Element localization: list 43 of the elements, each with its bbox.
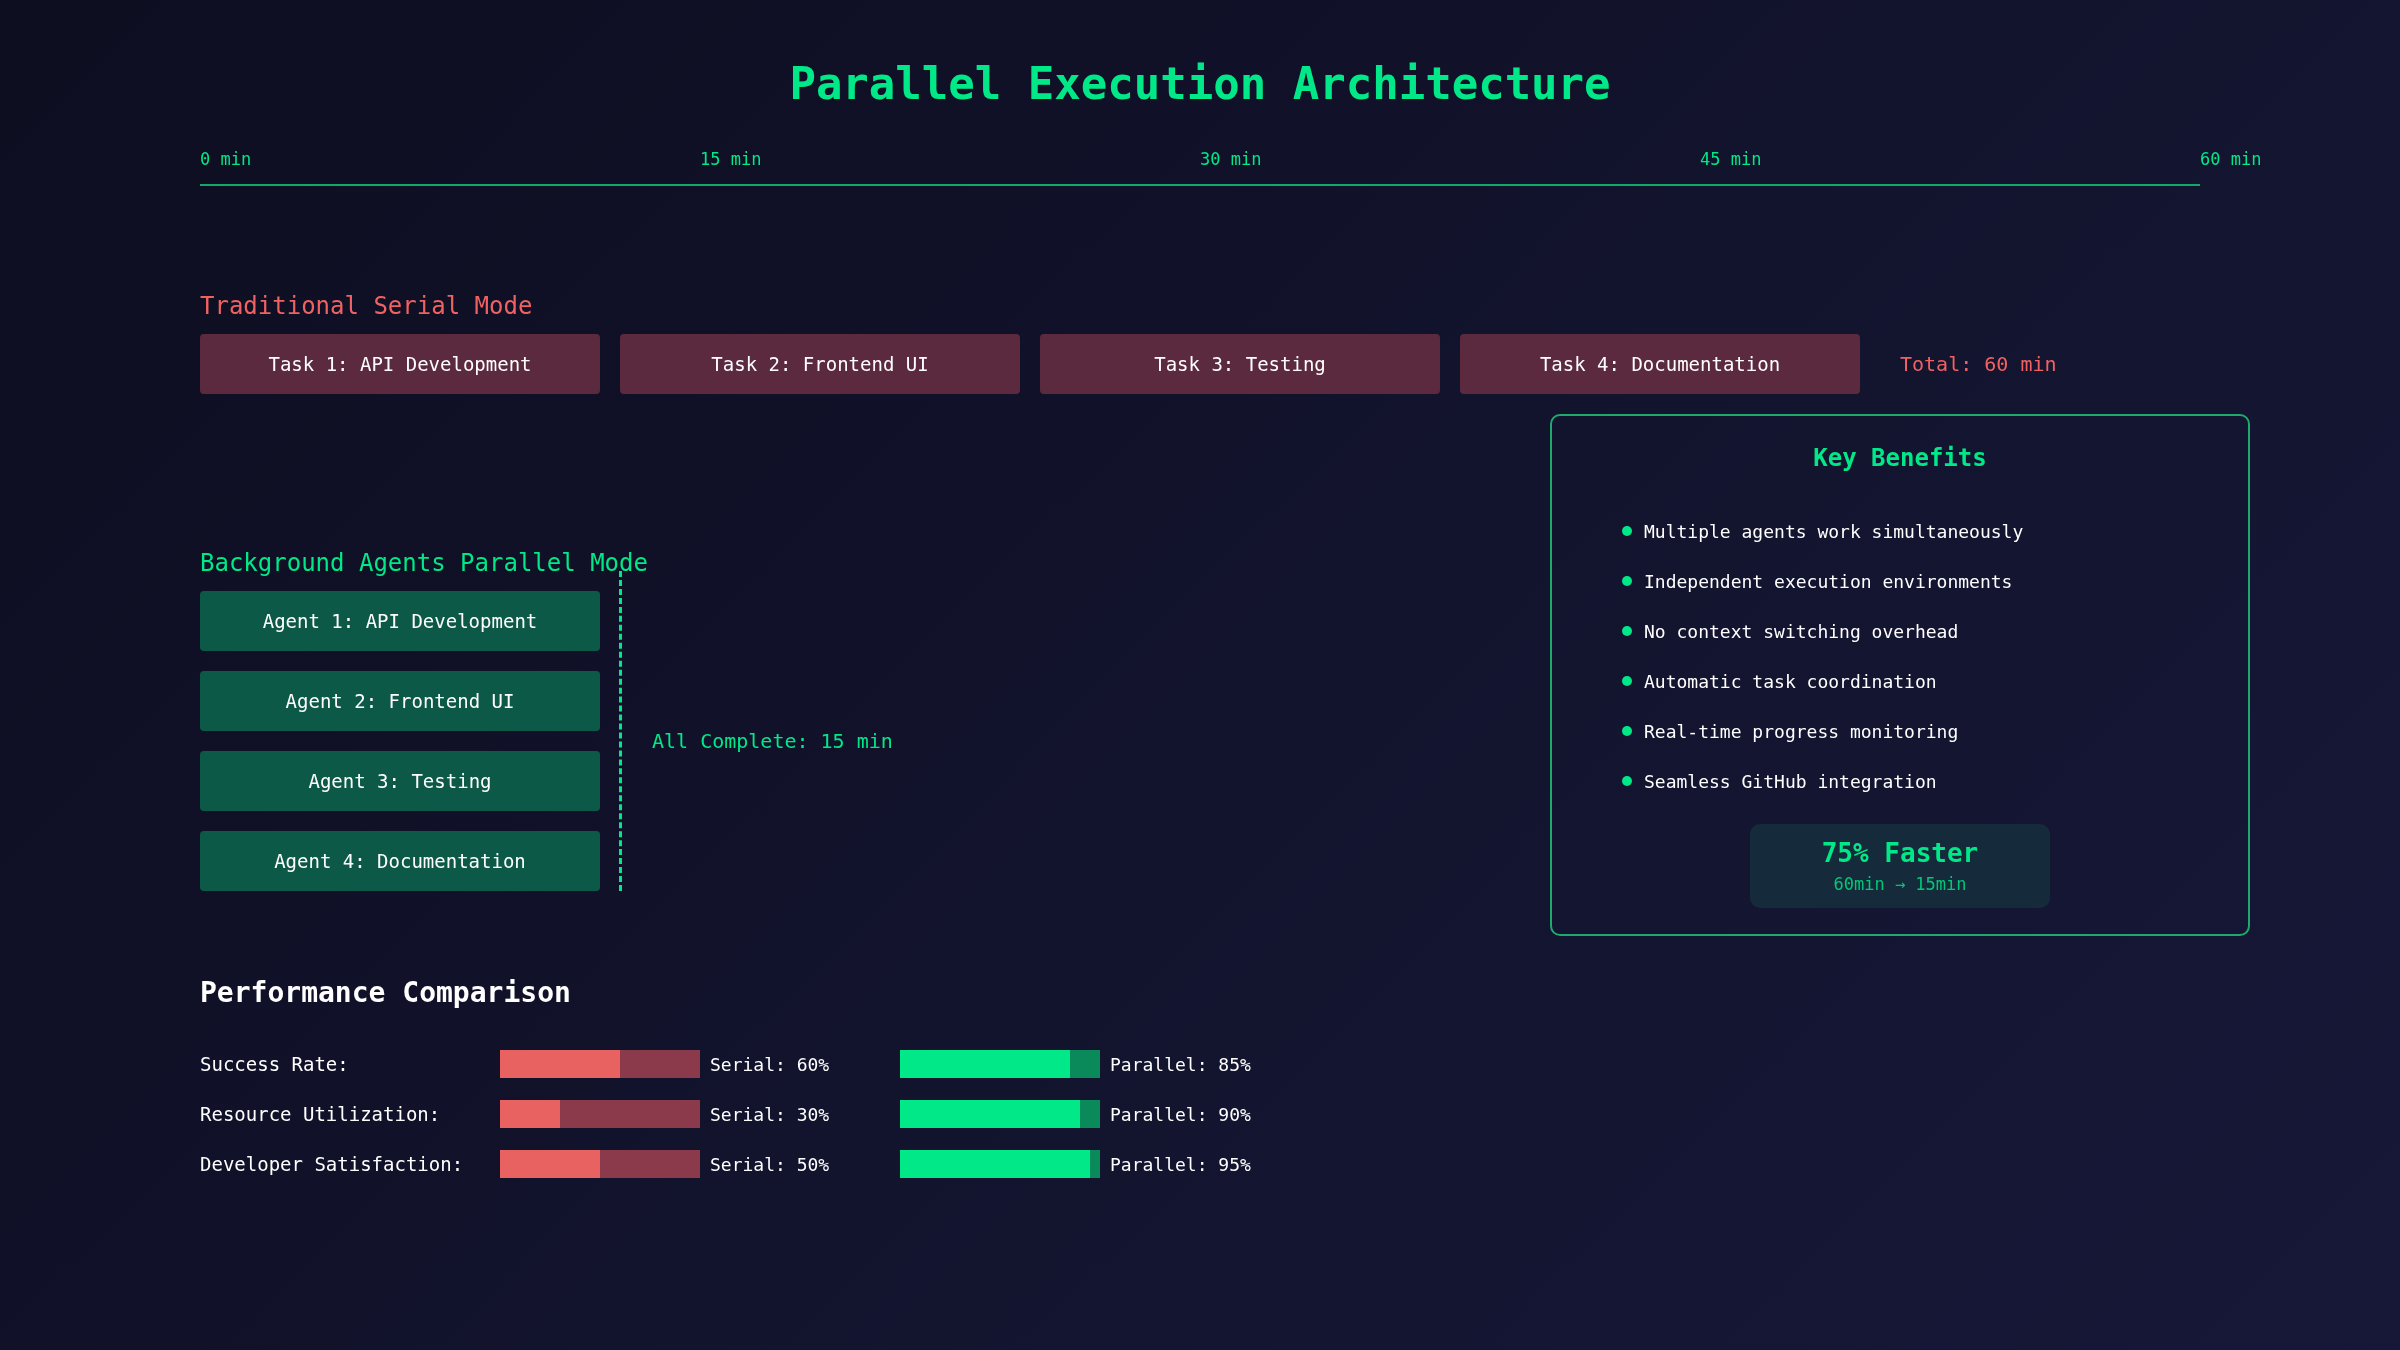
section-heading: Background Agents Parallel Mode bbox=[200, 549, 649, 577]
agent-block: Agent 2: Frontend UI bbox=[200, 671, 600, 731]
timeline-tick: 0 min bbox=[200, 149, 253, 169]
serial-reading: Serial: 60% bbox=[710, 1053, 831, 1075]
metric-label: Developer Satisfaction: bbox=[200, 1153, 465, 1175]
task-block: Task 1: API Development bbox=[200, 334, 600, 394]
parallel-reading: Parallel: 90% bbox=[1110, 1103, 1252, 1125]
timeline-tick: 15 min bbox=[700, 149, 763, 169]
bullet-icon bbox=[1622, 726, 1632, 736]
benefit-text: No context switching overhead bbox=[1644, 620, 1959, 642]
benefit-text: Real-time progress monitoring bbox=[1644, 720, 1959, 742]
benefit-text: Automatic task coordination bbox=[1644, 670, 1937, 692]
completion-label: All Complete: 15 min bbox=[652, 729, 893, 753]
task-block: Task 4: Documentation bbox=[1460, 334, 1860, 394]
page-title: Parallel Execution Architecture bbox=[788, 58, 1612, 109]
agent-block: Agent 1: API Development bbox=[200, 591, 600, 651]
timeline-tick: 45 min bbox=[1700, 149, 1763, 169]
task-block: Task 2: Frontend UI bbox=[620, 334, 1020, 394]
total-label: Total: 60 min bbox=[1900, 352, 2057, 376]
benefit-text: Seamless GitHub integration bbox=[1644, 770, 1937, 792]
agent-block: Agent 4: Documentation bbox=[200, 831, 600, 891]
metric-label: Resource Utilization: bbox=[200, 1103, 442, 1125]
speedup-headline: 75% Faster bbox=[1821, 838, 1979, 868]
speedup-detail: 60min → 15min bbox=[1833, 874, 1967, 894]
bullet-icon bbox=[1622, 626, 1632, 636]
bullet-icon bbox=[1622, 576, 1632, 586]
section-heading: Performance Comparison bbox=[200, 976, 572, 1009]
benefit-text: Independent execution environments bbox=[1644, 570, 2013, 592]
task-block: Task 3: Testing bbox=[1040, 334, 1440, 394]
bullet-icon bbox=[1622, 776, 1632, 786]
metric-label: Success Rate: bbox=[200, 1053, 350, 1075]
timeline-tick: 60 min bbox=[2200, 149, 2262, 169]
panel-title: Key Benefits bbox=[1812, 444, 1988, 472]
serial-reading: Serial: 50% bbox=[710, 1153, 831, 1175]
bullet-icon bbox=[1622, 676, 1632, 686]
bullet-icon bbox=[1622, 526, 1632, 536]
serial-reading: Serial: 30% bbox=[710, 1103, 831, 1125]
timeline-tick: 30 min bbox=[1200, 149, 1263, 169]
parallel-reading: Parallel: 95% bbox=[1110, 1153, 1252, 1175]
parallel-reading: Parallel: 85% bbox=[1110, 1053, 1252, 1075]
benefit-text: Multiple agents work simultaneously bbox=[1644, 520, 2024, 542]
section-heading: Traditional Serial Mode bbox=[200, 292, 534, 320]
agent-block: Agent 3: Testing bbox=[200, 751, 600, 811]
